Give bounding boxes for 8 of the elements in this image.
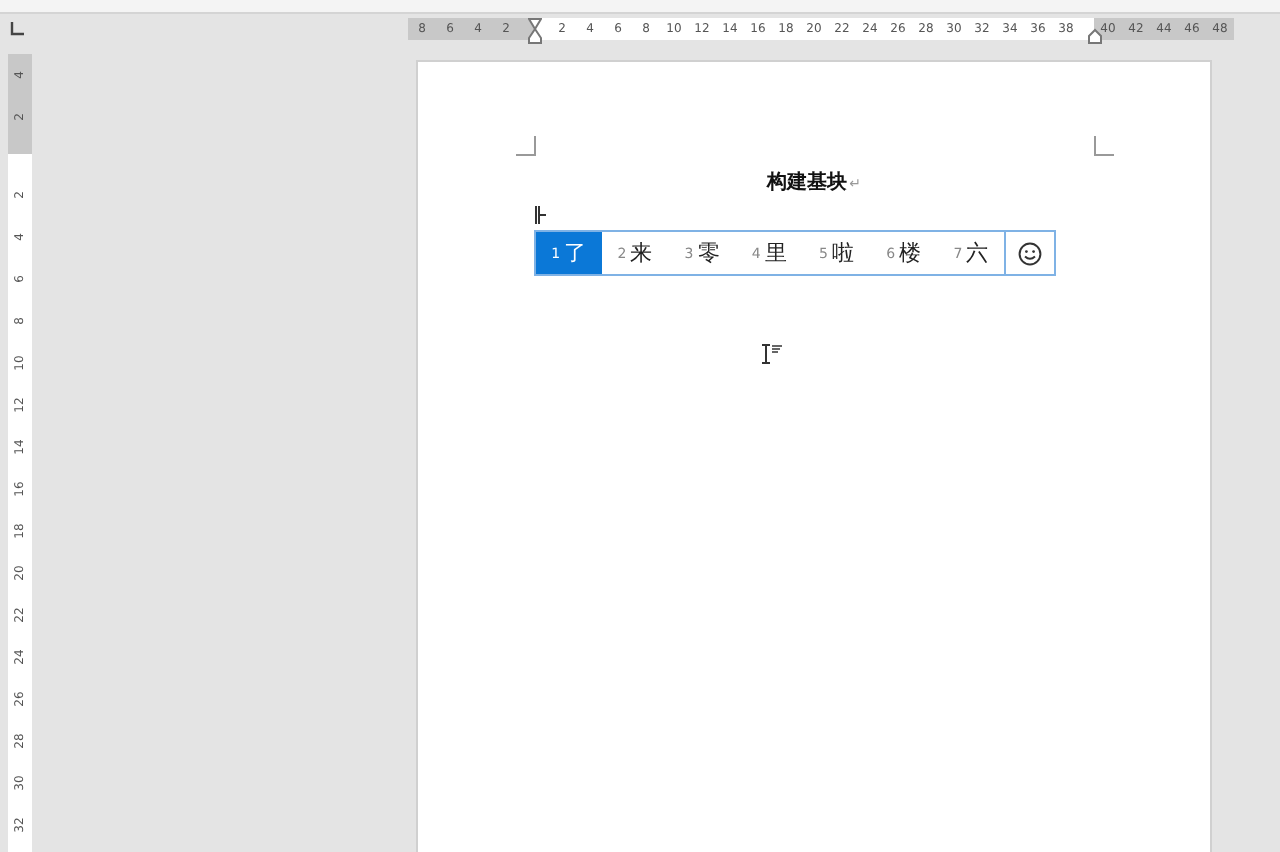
document-heading: 构建基块: [767, 169, 848, 196]
indent-marker-icon[interactable]: [528, 17, 542, 43]
margin-corner-icon: [516, 136, 536, 156]
text-cursor-icon: [534, 206, 546, 224]
tab-stop-icon[interactable]: [10, 22, 24, 36]
text-cursor-icon: [760, 344, 784, 364]
margin-corner-icon: [1094, 136, 1114, 156]
smiley-icon[interactable]: [1018, 241, 1043, 265]
